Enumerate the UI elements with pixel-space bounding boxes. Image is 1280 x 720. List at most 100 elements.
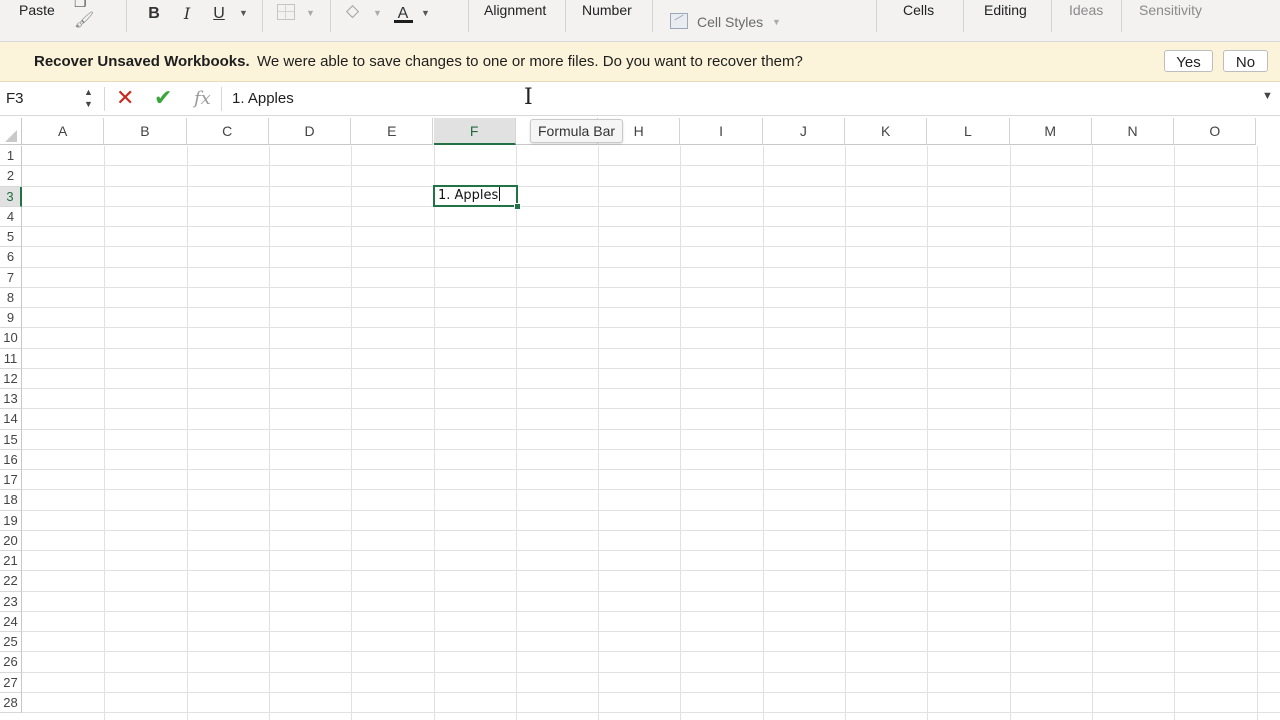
column-gridline	[1009, 146, 1011, 720]
row-header-7[interactable]: 7	[0, 267, 22, 288]
column-header-a[interactable]: A	[22, 118, 105, 145]
font-color-dropdown-icon[interactable]: ▼	[421, 8, 430, 18]
select-all-corner[interactable]	[0, 118, 22, 145]
formula-bar-tooltip: Formula Bar	[530, 119, 624, 143]
row-header-27[interactable]: 27	[0, 672, 22, 693]
row-header-15[interactable]: 15	[0, 429, 22, 450]
column-header-d[interactable]: D	[268, 118, 352, 145]
fill-color-dropdown-icon[interactable]: ▼	[373, 8, 382, 18]
column-header-c[interactable]: C	[186, 118, 269, 145]
expand-formula-bar-icon[interactable]: ▼	[1262, 90, 1273, 102]
formula-bar-separator	[104, 87, 105, 111]
ribbon-separator	[565, 0, 566, 32]
row-header-24[interactable]: 24	[0, 611, 22, 632]
sensitivity-button[interactable]: Sensitivity	[1139, 2, 1202, 18]
row-header-13[interactable]: 13	[0, 389, 22, 410]
row-header-22[interactable]: 22	[0, 571, 22, 592]
underline-dropdown-icon[interactable]: ▼	[239, 8, 248, 18]
column-gridline	[104, 146, 106, 720]
cell-styles-button[interactable]: Cell Styles	[697, 14, 763, 30]
underline-button[interactable]: U	[208, 3, 230, 25]
column-gridline	[1256, 146, 1258, 720]
ribbon-separator	[1121, 0, 1122, 32]
ribbon: Paste ❐ 🖌 B I U ▼ ▼ ◇ ▼ A ▼ Alignment Nu…	[0, 0, 1280, 42]
column-header-b[interactable]: B	[104, 118, 187, 145]
ribbon-separator	[876, 0, 877, 32]
column-gridline	[598, 146, 600, 720]
editing-button[interactable]: Editing	[984, 2, 1027, 18]
insert-function-icon[interactable]: fx	[194, 88, 211, 109]
active-cell-f3[interactable]: 1. Apples	[433, 185, 518, 207]
formula-bar: F3 ▲ ▼ ✕ ✔ fx 1. Apples ▼	[0, 82, 1280, 116]
row-header-21[interactable]: 21	[0, 551, 22, 572]
select-all-triangle-icon	[5, 130, 17, 142]
column-header-l[interactable]: L	[927, 118, 1010, 145]
italic-button[interactable]: I	[176, 3, 198, 25]
row-header-25[interactable]: 25	[0, 632, 22, 653]
ribbon-separator	[262, 0, 263, 32]
row-header-17[interactable]: 17	[0, 470, 22, 491]
column-header-m[interactable]: M	[1009, 118, 1092, 145]
borders-icon[interactable]	[277, 4, 295, 20]
paste-button[interactable]: Paste	[19, 2, 55, 18]
row-header-4[interactable]: 4	[0, 206, 22, 227]
cells-button[interactable]: Cells	[903, 2, 934, 18]
row-header-2[interactable]: 2	[0, 166, 22, 187]
text-cursor-icon: I	[524, 85, 533, 110]
column-header-k[interactable]: K	[845, 118, 928, 145]
active-cell-text: 1. Apples	[438, 188, 499, 203]
column-gridline	[845, 146, 846, 720]
formula-input[interactable]: 1. Apples	[232, 90, 294, 107]
cell-styles-icon[interactable]	[670, 13, 688, 29]
column-gridline	[927, 146, 929, 720]
row-header-18[interactable]: 18	[0, 490, 22, 511]
column-gridline	[1091, 146, 1093, 720]
row-header-28[interactable]: 28	[0, 692, 22, 713]
column-gridline	[433, 146, 435, 720]
ribbon-separator	[1051, 0, 1052, 32]
column-header-j[interactable]: J	[762, 118, 845, 145]
column-gridline	[268, 146, 270, 720]
column-header-o[interactable]: O	[1174, 118, 1257, 145]
row-header-14[interactable]: 14	[0, 409, 22, 430]
notification-title: Recover Unsaved Workbooks.	[34, 53, 250, 70]
font-color-swatch	[394, 20, 413, 23]
ribbon-separator	[468, 0, 469, 32]
cell-styles-dropdown-icon[interactable]: ▼	[772, 17, 781, 27]
row-header-11[interactable]: 11	[0, 348, 22, 369]
row-header-12[interactable]: 12	[0, 368, 22, 389]
alignment-button[interactable]: Alignment	[484, 2, 546, 18]
row-header-3[interactable]: 3	[0, 186, 22, 207]
cell-grid[interactable]	[22, 146, 1280, 720]
ideas-button[interactable]: Ideas	[1069, 2, 1103, 18]
row-header-16[interactable]: 16	[0, 449, 22, 470]
row-header-23[interactable]: 23	[0, 591, 22, 612]
row-header-1[interactable]: 1	[0, 146, 22, 167]
row-header-26[interactable]: 26	[0, 652, 22, 673]
bold-button[interactable]: B	[143, 3, 165, 25]
column-header-n[interactable]: N	[1091, 118, 1175, 145]
name-box-stepper-icon[interactable]: ▲ ▼	[84, 86, 93, 110]
row-header-8[interactable]: 8	[0, 287, 22, 308]
row-header-5[interactable]: 5	[0, 227, 22, 248]
column-header-f[interactable]: F	[433, 118, 516, 145]
row-header-9[interactable]: 9	[0, 308, 22, 329]
fill-handle[interactable]	[514, 203, 521, 210]
row-header-6[interactable]: 6	[0, 247, 22, 268]
fill-color-icon[interactable]: ◇	[346, 1, 359, 21]
name-box[interactable]: F3	[6, 90, 24, 107]
row-header-20[interactable]: 20	[0, 530, 22, 551]
column-header-e[interactable]: E	[351, 118, 434, 145]
number-button[interactable]: Number	[582, 2, 632, 18]
enter-checkmark-icon[interactable]: ✔	[154, 85, 172, 111]
no-button[interactable]: No	[1223, 50, 1268, 72]
row-header-19[interactable]: 19	[0, 510, 22, 531]
row-header-10[interactable]: 10	[0, 328, 22, 349]
cancel-icon[interactable]: ✕	[116, 85, 134, 111]
column-gridline	[680, 146, 682, 720]
yes-button[interactable]: Yes	[1164, 50, 1213, 72]
column-header-i[interactable]: I	[680, 118, 763, 145]
format-painter-icon[interactable]: 🖌	[74, 10, 94, 30]
column-gridline	[515, 146, 517, 720]
borders-dropdown-icon[interactable]: ▼	[306, 8, 315, 18]
